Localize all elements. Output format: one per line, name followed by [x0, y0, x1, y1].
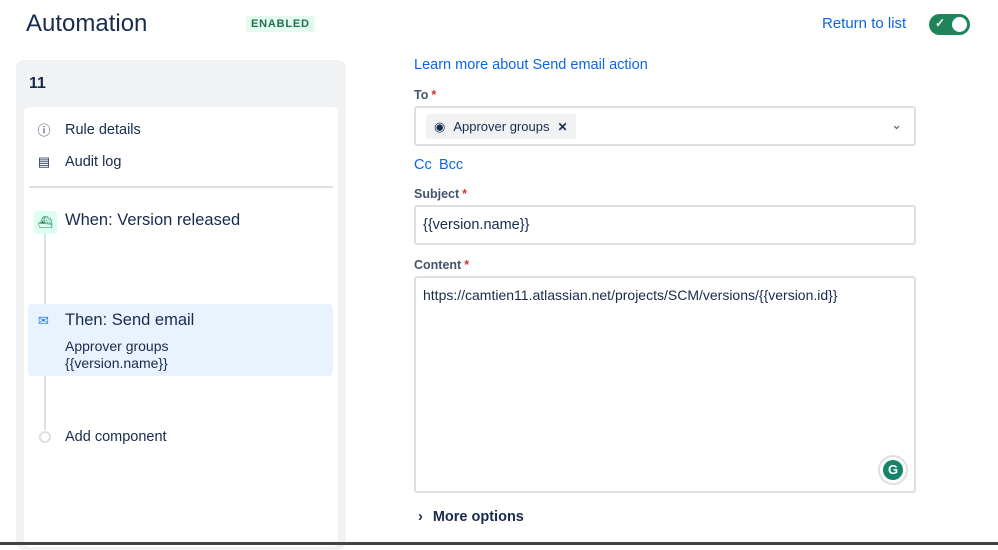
return-to-list-link[interactable]: Return to list	[822, 15, 906, 32]
to-select[interactable]: ◉ Approver groups ✕ ⌄	[414, 106, 916, 146]
page-title: Automation	[26, 10, 148, 37]
chevron-down-icon[interactable]: ⌄	[891, 117, 902, 133]
group-icon: ◉	[434, 118, 446, 134]
mail-icon: ✉	[38, 313, 49, 328]
to-label: To *	[414, 88, 436, 102]
grammarly-button[interactable]: G	[878, 455, 908, 485]
action-recipient: Approver groups	[65, 338, 169, 354]
required-marker: *	[464, 258, 470, 272]
cc-link[interactable]: Cc	[414, 157, 432, 173]
label-text: Subject	[414, 187, 460, 201]
remove-chip-icon[interactable]: ✕	[557, 120, 567, 134]
rule-name: 11	[29, 75, 46, 92]
subject-input[interactable]: {{version.name}}	[414, 205, 916, 245]
action-subject: {{version.name}}	[65, 355, 168, 371]
content-label: Content *	[414, 258, 469, 272]
sidebar-item-audit-log[interactable]: ▤ Audit log	[37, 154, 122, 170]
label-text: Content	[414, 258, 462, 272]
subject-label: Subject *	[414, 187, 467, 201]
sidebar-item-label: Rule details	[65, 121, 141, 138]
rule-enabled-toggle[interactable]: ✓	[929, 14, 970, 35]
required-marker: *	[431, 88, 437, 102]
document-icon: ▤	[37, 154, 51, 169]
more-options-toggle[interactable]: › More options	[418, 509, 524, 525]
toggle-knob	[952, 17, 967, 32]
sidebar-item-rule-details[interactable]: ⓘ Rule details	[37, 120, 141, 139]
circle-icon	[39, 431, 51, 443]
check-icon: ✓	[935, 16, 946, 30]
chevron-right-icon: ›	[418, 509, 423, 525]
action-title: Then: Send email	[65, 311, 195, 329]
required-marker: *	[462, 187, 468, 201]
info-icon: ⓘ	[37, 123, 51, 138]
recipient-chip: ◉ Approver groups ✕	[426, 114, 576, 139]
divider	[29, 186, 333, 188]
more-options-label: More options	[432, 509, 524, 525]
content-textarea[interactable]: https://camtien11.atlassian.net/projects…	[414, 276, 916, 493]
grammarly-icon: G	[883, 460, 903, 480]
add-component-button[interactable]: Add component	[65, 429, 167, 445]
action-summary: Approver groups {{version.name}}	[65, 338, 169, 372]
bcc-link[interactable]: Bcc	[439, 157, 463, 173]
label-text: To	[414, 88, 429, 102]
ship-icon: ⛴	[34, 211, 57, 234]
status-badge: ENABLED	[246, 16, 315, 32]
trigger-component[interactable]: When: Version released	[65, 211, 240, 230]
sidebar-item-label: Audit log	[65, 154, 122, 170]
learn-more-link[interactable]: Learn more about Send email action	[414, 57, 648, 73]
chip-label: Approver groups	[453, 119, 550, 134]
